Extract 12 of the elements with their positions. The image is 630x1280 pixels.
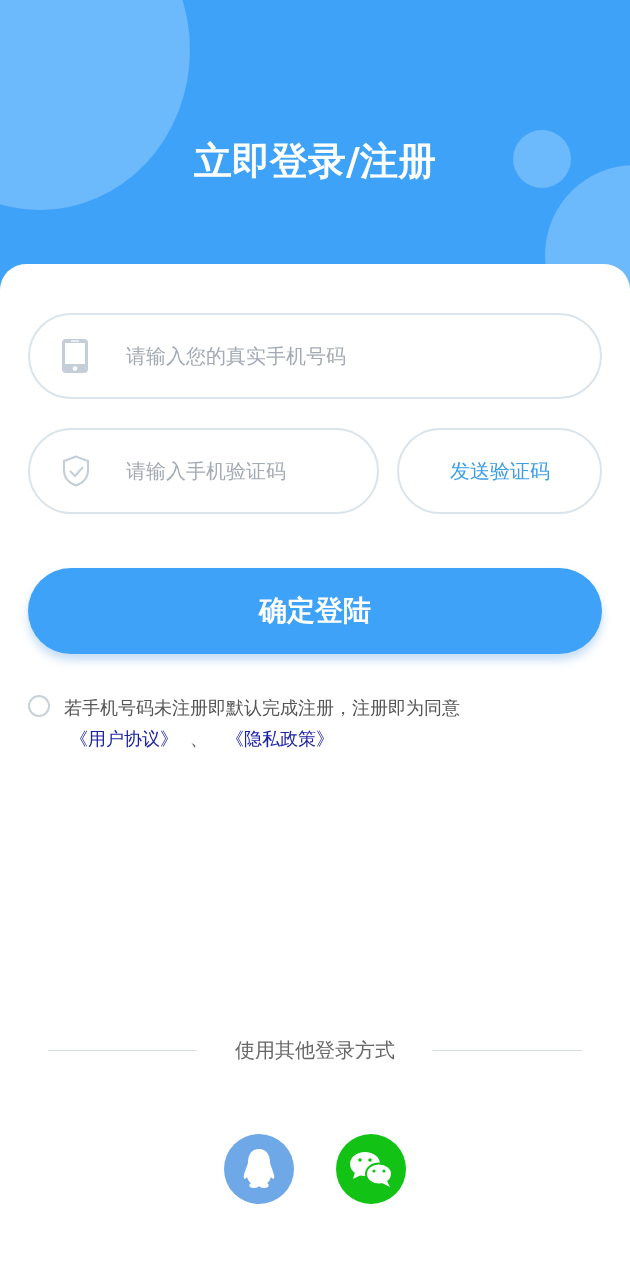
agreement-link[interactable]: 《用户协议》 [70,728,178,749]
phone-icon [62,339,88,373]
code-input-field[interactable]: 请输入手机验证码 [28,428,379,514]
privacy-link[interactable]: 《隐私政策》 [226,728,334,749]
phone-input-field[interactable]: 请输入您的真实手机号码 [28,313,602,399]
agreement-text: 若手机号码未注册即默认完成注册，注册即为同意 《用户协议》 、 《隐私政策》 [64,696,461,751]
shield-check-icon [62,455,90,487]
page-title: 立即登录/注册 [194,138,436,185]
penguin-icon [242,1149,276,1189]
chat-bubbles-icon [349,1150,393,1188]
other-login-label: 使用其他登录方式 [235,1037,395,1064]
agreement-checkbox[interactable] [28,695,50,717]
